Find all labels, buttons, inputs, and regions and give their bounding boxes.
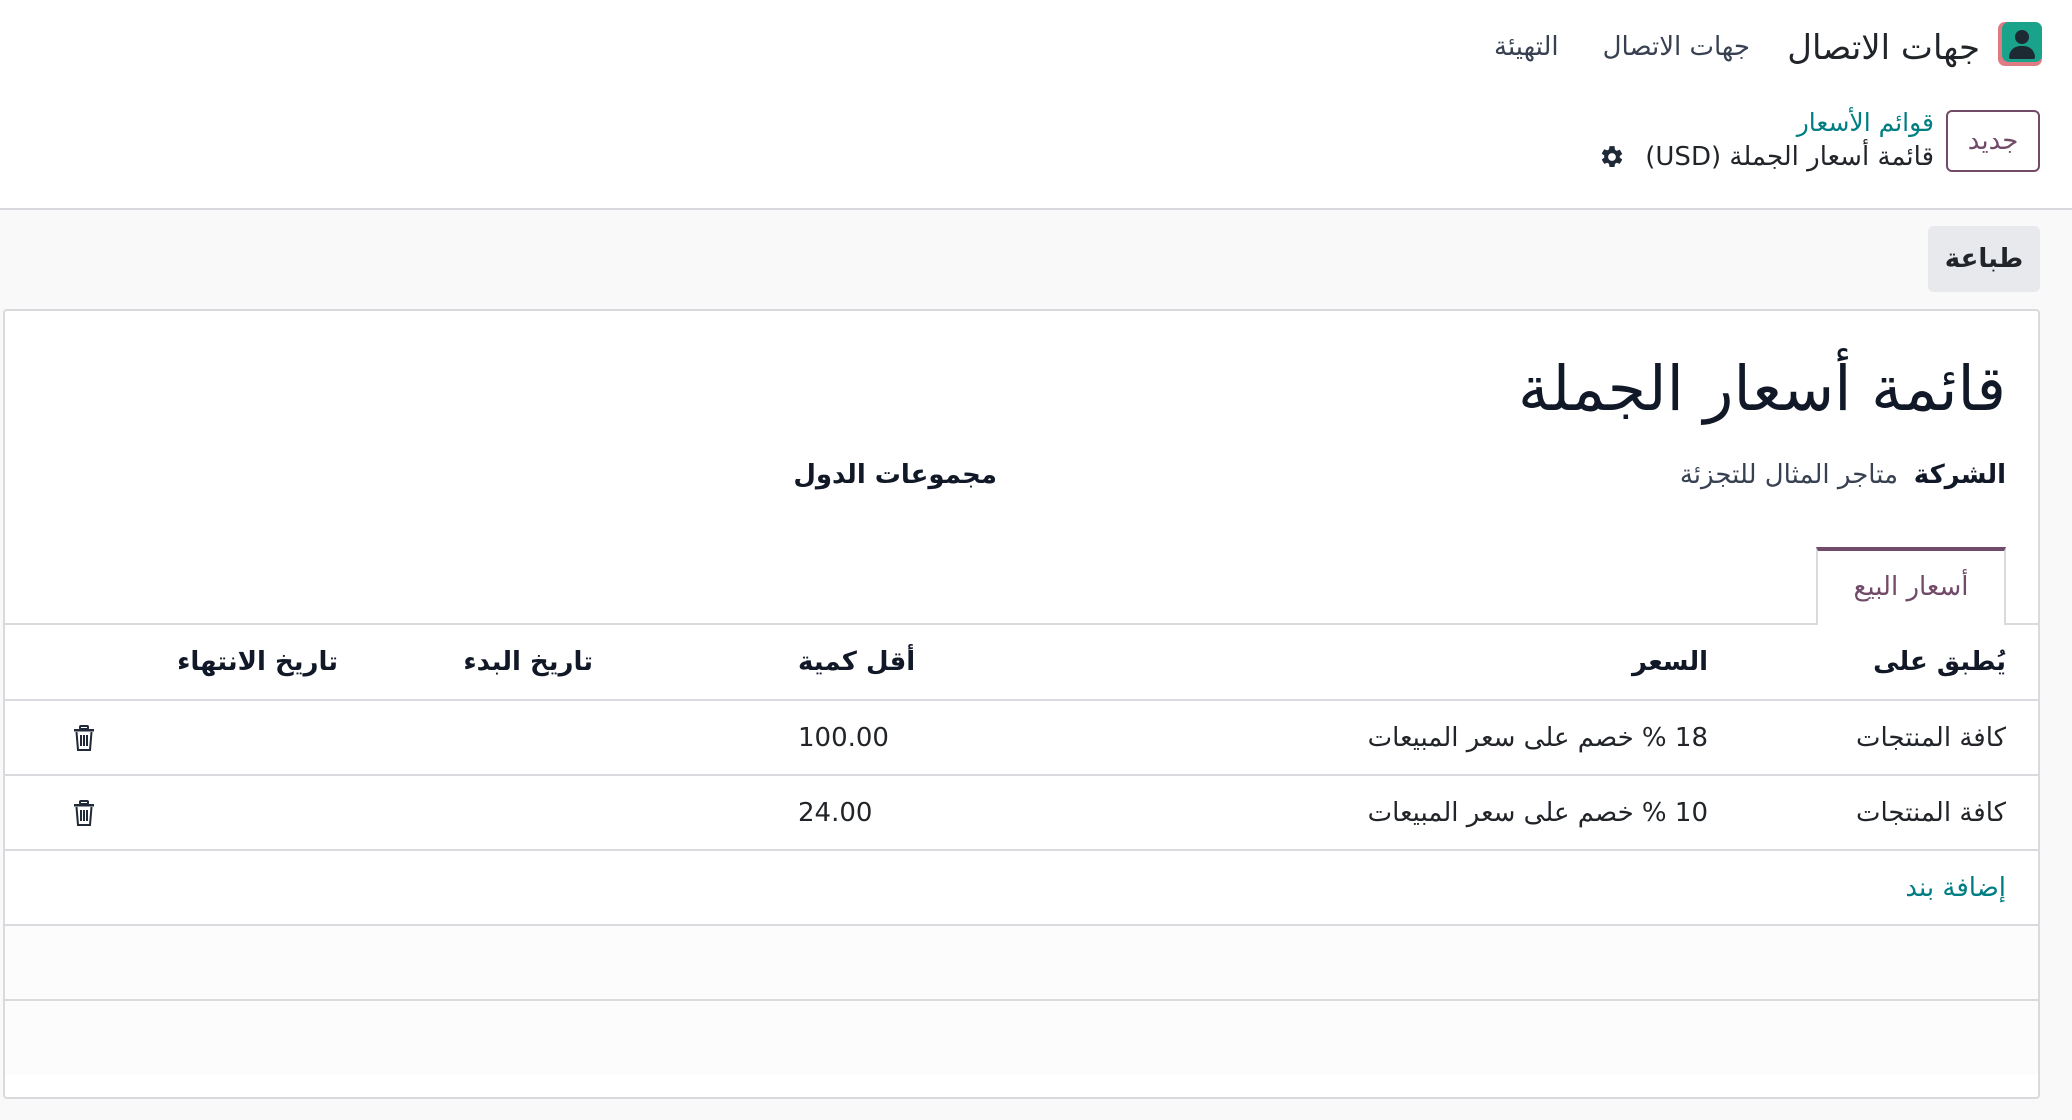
top-navbar: جهات الاتصال جهات الاتصال التهيئة <box>0 0 2072 96</box>
gear-icon[interactable] <box>1599 144 1625 170</box>
tab-sales-prices[interactable]: أسعار البيع <box>1816 547 2006 625</box>
cell-price[interactable]: 18 % خصم على سعر المبيعات <box>1038 700 1708 776</box>
empty-row <box>5 925 2038 1001</box>
column-header-actions <box>5 625 95 701</box>
column-header-start-date[interactable]: تاريخ البدء <box>433 625 798 701</box>
trash-icon[interactable] <box>73 799 95 826</box>
cell-min-qty[interactable]: 24.00 <box>798 775 1038 851</box>
cell-end-date[interactable] <box>95 775 433 851</box>
company-label: الشركة <box>1913 460 2006 490</box>
column-header-end-date[interactable]: تاريخ الانتهاء <box>95 625 433 701</box>
add-line-link[interactable]: إضافة بند <box>1905 873 2006 903</box>
company-field[interactable]: متاجر المثال للتجزئة <box>1680 457 1898 493</box>
cell-delete <box>5 775 95 851</box>
nav-menu: جهات الاتصال التهيئة <box>1494 26 1750 68</box>
empty-row <box>5 1000 2038 1075</box>
column-header-price[interactable]: السعر <box>1038 625 1708 701</box>
cell-end-date[interactable] <box>95 700 433 776</box>
cell-min-qty[interactable]: 100.00 <box>798 700 1038 776</box>
add-line-cell: إضافة بند <box>5 850 2038 926</box>
cell-price[interactable]: 10 % خصم على سعر المبيعات <box>1038 775 1708 851</box>
cell-apply-on[interactable]: كافة المنتجات <box>1708 775 2038 851</box>
cell-start-date[interactable] <box>433 700 798 776</box>
contacts-icon[interactable] <box>1998 22 2042 66</box>
cell-delete <box>5 700 95 776</box>
empty-cell <box>5 1000 2038 1075</box>
nav-item-configuration[interactable]: التهيئة <box>1494 26 1559 68</box>
table-row[interactable]: كافة المنتجات 10 % خصم على سعر المبيعات … <box>5 775 2038 851</box>
pricelist-name-field[interactable]: قائمة أسعار الجملة <box>1518 347 2006 431</box>
table-header-row: يُطبق على السعر أقل كمية تاريخ البدء تار… <box>5 625 2038 701</box>
record-title: قائمة أسعار الجملة (USD) <box>1645 142 1934 172</box>
form-sheet: قائمة أسعار الجملة الشركة متاجر المثال ل… <box>3 309 2040 1099</box>
pricelist-rules-table: يُطبق على السعر أقل كمية تاريخ البدء تار… <box>5 625 2038 1075</box>
breadcrumb-current-record: قائمة أسعار الجملة (USD) <box>1599 140 1934 174</box>
country-groups-label: مجموعات الدول <box>793 460 997 490</box>
country-groups-field[interactable] <box>338 457 738 493</box>
cell-start-date[interactable] <box>433 775 798 851</box>
control-panel: جديد قوائم الأسعار قائمة أسعار الجملة (U… <box>0 96 2072 210</box>
empty-cell <box>5 925 2038 1001</box>
breadcrumb-pricelists[interactable]: قوائم الأسعار <box>1797 108 1934 138</box>
table-row[interactable]: كافة المنتجات 18 % خصم على سعر المبيعات … <box>5 700 2038 776</box>
app-name[interactable]: جهات الاتصال <box>1787 24 1980 72</box>
cell-apply-on[interactable]: كافة المنتجات <box>1708 700 2038 776</box>
contacts-icon-tile <box>2002 22 2042 62</box>
column-header-apply-on[interactable]: يُطبق على <box>1708 625 2038 701</box>
contacts-icon-head <box>2015 30 2029 44</box>
trash-icon[interactable] <box>73 724 95 751</box>
nav-item-contacts[interactable]: جهات الاتصال <box>1603 26 1750 68</box>
new-button[interactable]: جديد <box>1946 110 2040 172</box>
column-header-min-qty[interactable]: أقل كمية <box>798 625 1038 701</box>
add-line-row: إضافة بند <box>5 850 2038 926</box>
contacts-icon-body <box>2009 46 2035 59</box>
print-button[interactable]: طباعة <box>1928 226 2040 292</box>
